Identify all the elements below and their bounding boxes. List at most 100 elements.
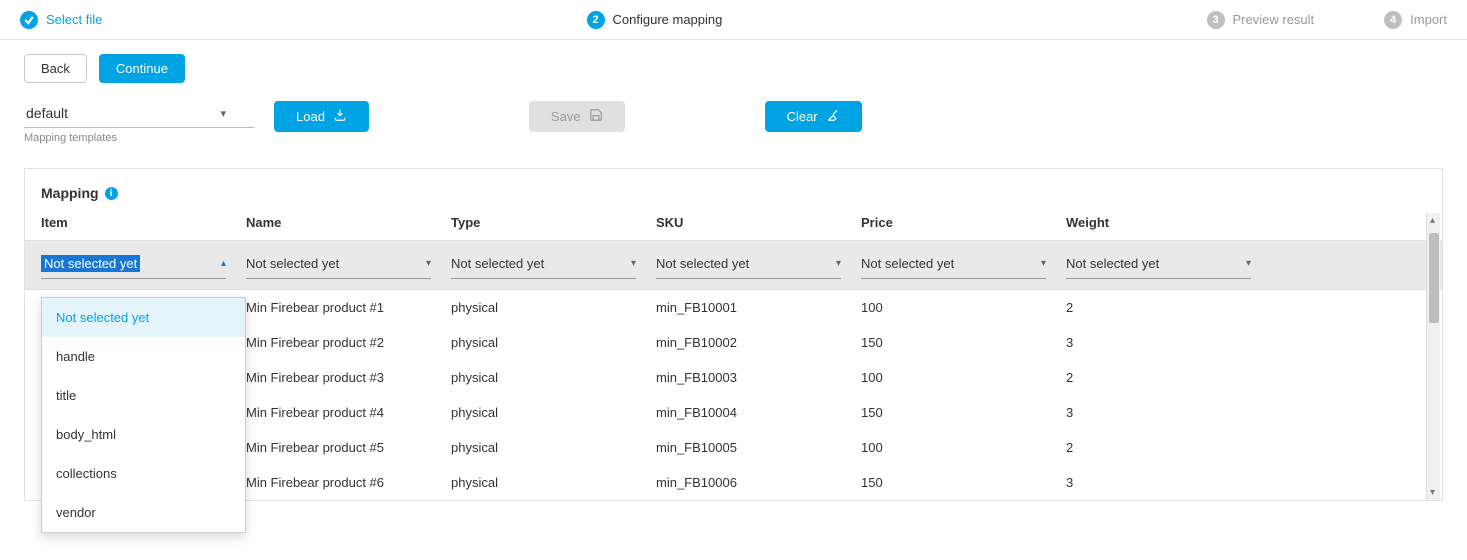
continue-button[interactable]: Continue bbox=[99, 54, 185, 83]
wizard-stepper: Select file 2 Configure mapping 3 Previe… bbox=[0, 0, 1467, 40]
mapping-select-type[interactable]: Not selected yet ▾ bbox=[451, 251, 636, 279]
download-icon bbox=[333, 108, 347, 125]
mapping-header-row: Item Name Type SKU Price Weight bbox=[25, 213, 1442, 240]
cell-sku: min_FB10005 bbox=[656, 440, 861, 455]
cell-name: Min Firebear product #1 bbox=[246, 300, 451, 315]
cell-price: 100 bbox=[861, 370, 1066, 385]
save-template-button: Save bbox=[529, 101, 625, 132]
cell-name: Min Firebear product #6 bbox=[246, 475, 451, 490]
cell-type: physical bbox=[451, 475, 656, 490]
cell-weight: 2 bbox=[1066, 370, 1271, 385]
nav-actions: Back Continue bbox=[0, 40, 1467, 83]
dropdown-option[interactable]: body_html bbox=[42, 415, 245, 454]
step-import[interactable]: 4 Import bbox=[1384, 11, 1447, 29]
scroll-down-icon[interactable]: ▾ bbox=[1430, 487, 1435, 498]
col-header-weight: Weight bbox=[1066, 215, 1271, 230]
mapping-template-value: default bbox=[26, 105, 68, 121]
cell-sku: min_FB10003 bbox=[656, 370, 861, 385]
cell-type: physical bbox=[451, 300, 656, 315]
dropdown-option[interactable]: Not selected yet bbox=[42, 298, 245, 337]
select-value: Not selected yet bbox=[1066, 256, 1159, 271]
dropdown-option[interactable]: vendor bbox=[42, 493, 245, 532]
cell-weight: 3 bbox=[1066, 405, 1271, 420]
step-label: Preview result bbox=[1233, 12, 1315, 27]
mapping-template-helper: Mapping templates bbox=[24, 132, 254, 144]
cell-price: 150 bbox=[861, 475, 1066, 490]
chevron-down-icon: ▾ bbox=[631, 258, 636, 269]
cell-type: physical bbox=[451, 370, 656, 385]
col-header-name: Name bbox=[246, 215, 451, 230]
select-value: Not selected yet bbox=[246, 256, 339, 271]
cell-name: Min Firebear product #3 bbox=[246, 370, 451, 385]
select-value: Not selected yet bbox=[41, 255, 140, 272]
save-label: Save bbox=[551, 109, 581, 124]
step-select-file[interactable]: Select file bbox=[20, 11, 102, 29]
dropdown-option[interactable]: title bbox=[42, 376, 245, 415]
scroll-up-icon[interactable]: ▴ bbox=[1430, 215, 1435, 226]
load-template-button[interactable]: Load bbox=[274, 101, 369, 132]
mapping-select-sku[interactable]: Not selected yet ▾ bbox=[656, 251, 841, 279]
cell-sku: min_FB10004 bbox=[656, 405, 861, 420]
back-button[interactable]: Back bbox=[24, 54, 87, 83]
step-preview-result[interactable]: 3 Preview result bbox=[1207, 11, 1315, 29]
cell-sku: min_FB10001 bbox=[656, 300, 861, 315]
info-icon[interactable]: i bbox=[105, 187, 118, 200]
template-bar: default ▾ Mapping templates Load Save Cl… bbox=[0, 83, 1467, 144]
cell-type: physical bbox=[451, 440, 656, 455]
check-icon bbox=[20, 11, 38, 29]
step-label: Configure mapping bbox=[613, 12, 723, 27]
mapping-dropdown[interactable]: Not selected yethandletitlebody_htmlcoll… bbox=[41, 297, 246, 533]
cell-sku: min_FB10002 bbox=[656, 335, 861, 350]
mapping-panel: Mapping i Item Name Type SKU Price Weigh… bbox=[24, 168, 1443, 501]
cell-type: physical bbox=[451, 335, 656, 350]
broom-icon bbox=[826, 108, 840, 125]
cell-price: 100 bbox=[861, 300, 1066, 315]
mapping-select-weight[interactable]: Not selected yet ▾ bbox=[1066, 251, 1251, 279]
cell-weight: 3 bbox=[1066, 335, 1271, 350]
select-value: Not selected yet bbox=[656, 256, 749, 271]
mapping-template-select[interactable]: default ▾ bbox=[24, 101, 254, 128]
dropdown-option[interactable]: handle bbox=[42, 337, 245, 376]
cell-price: 150 bbox=[861, 335, 1066, 350]
chevron-down-icon: ▾ bbox=[220, 107, 226, 120]
clear-template-button[interactable]: Clear bbox=[765, 101, 862, 132]
scroll-thumb[interactable] bbox=[1429, 233, 1439, 323]
scrollbar[interactable]: ▴ ▾ bbox=[1426, 213, 1440, 500]
mapping-panel-title: Mapping i bbox=[25, 185, 1442, 213]
clear-label: Clear bbox=[787, 109, 818, 124]
mapping-select-price[interactable]: Not selected yet ▾ bbox=[861, 251, 1046, 279]
col-header-item: Item bbox=[41, 215, 246, 230]
save-icon bbox=[589, 108, 603, 125]
mapping-select-item[interactable]: Not selected yet ▴ bbox=[41, 251, 226, 279]
dropdown-option[interactable]: collections bbox=[42, 454, 245, 493]
step-number-icon: 2 bbox=[587, 11, 605, 29]
chevron-down-icon: ▾ bbox=[1246, 258, 1251, 269]
cell-name: Min Firebear product #4 bbox=[246, 405, 451, 420]
cell-name: Min Firebear product #5 bbox=[246, 440, 451, 455]
cell-sku: min_FB10006 bbox=[656, 475, 861, 490]
chevron-down-icon: ▾ bbox=[426, 258, 431, 269]
cell-type: physical bbox=[451, 405, 656, 420]
step-label: Select file bbox=[46, 12, 102, 27]
step-number-icon: 3 bbox=[1207, 11, 1225, 29]
load-label: Load bbox=[296, 109, 325, 124]
col-header-price: Price bbox=[861, 215, 1066, 230]
select-value: Not selected yet bbox=[451, 256, 544, 271]
mapping-grid: Item Name Type SKU Price Weight Not sele… bbox=[25, 213, 1442, 500]
cell-name: Min Firebear product #2 bbox=[246, 335, 451, 350]
cell-weight: 2 bbox=[1066, 440, 1271, 455]
step-number-icon: 4 bbox=[1384, 11, 1402, 29]
select-value: Not selected yet bbox=[861, 256, 954, 271]
chevron-up-icon: ▴ bbox=[221, 258, 226, 269]
mapping-select-row: Not selected yet ▴ Not selected yet ▾ No… bbox=[25, 240, 1442, 290]
step-label: Import bbox=[1410, 12, 1447, 27]
col-header-type: Type bbox=[451, 215, 656, 230]
chevron-down-icon: ▾ bbox=[1041, 258, 1046, 269]
col-header-sku: SKU bbox=[656, 215, 861, 230]
cell-weight: 2 bbox=[1066, 300, 1271, 315]
step-configure-mapping[interactable]: 2 Configure mapping bbox=[587, 11, 723, 29]
cell-price: 150 bbox=[861, 405, 1066, 420]
cell-weight: 3 bbox=[1066, 475, 1271, 490]
mapping-title-text: Mapping bbox=[41, 185, 99, 201]
mapping-select-name[interactable]: Not selected yet ▾ bbox=[246, 251, 431, 279]
